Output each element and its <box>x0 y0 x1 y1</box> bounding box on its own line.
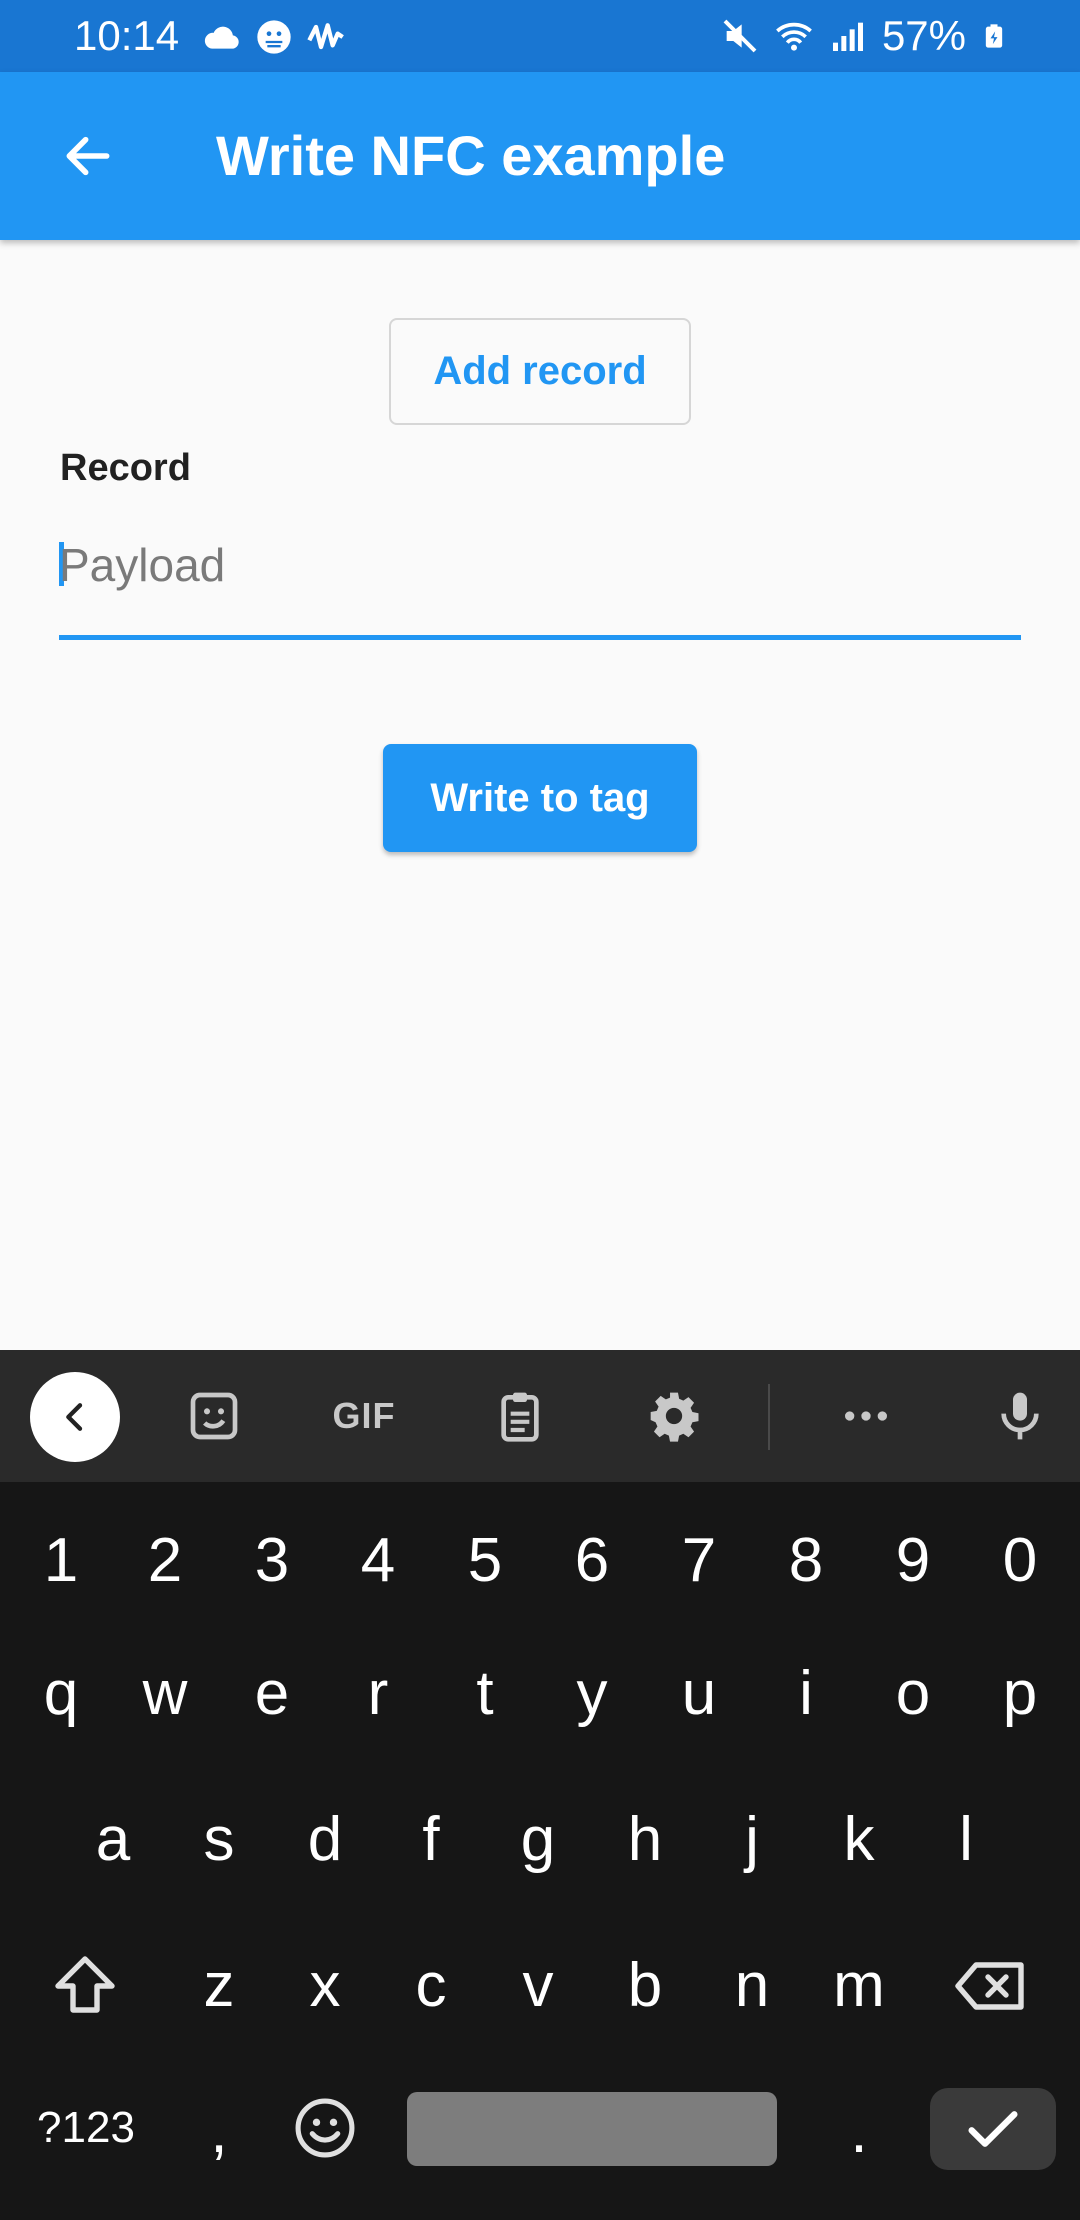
key-3[interactable]: 3 <box>227 1521 317 1601</box>
key-5[interactable]: 5 <box>440 1521 530 1601</box>
key-e[interactable]: e <box>227 1654 317 1734</box>
key-i[interactable]: i <box>761 1654 851 1734</box>
mute-icon <box>723 19 757 53</box>
clipboard-icon <box>501 1392 539 1442</box>
shift-key[interactable] <box>40 1946 130 2026</box>
settings-button[interactable] <box>644 1386 704 1446</box>
key-w[interactable]: w <box>120 1654 210 1734</box>
toolbar-divider <box>768 1384 770 1450</box>
status-bar: 10:14 57% <box>0 0 1080 72</box>
key-t[interactable]: t <box>440 1654 530 1734</box>
more-button[interactable] <box>836 1386 896 1446</box>
key-j[interactable]: j <box>707 1800 797 1880</box>
key-o[interactable]: o <box>868 1654 958 1734</box>
sticker-button[interactable] <box>184 1386 244 1446</box>
soft-keyboard: GIF 1 2 3 4 5 6 7 8 9 0 q w e r t y u i … <box>0 1350 1080 2220</box>
weather-face-icon <box>257 20 291 54</box>
symbols-key[interactable]: ?123 <box>26 2088 146 2168</box>
gif-icon: GIF <box>332 1395 396 1436</box>
key-z[interactable]: z <box>174 1946 264 2026</box>
key-0[interactable]: 0 <box>975 1521 1065 1601</box>
key-4[interactable]: 4 <box>333 1521 423 1601</box>
key-7[interactable]: 7 <box>654 1521 744 1601</box>
status-time: 10:14 <box>74 12 180 59</box>
payload-field[interactable] <box>59 520 1021 640</box>
record-label: Record <box>60 447 191 489</box>
space-bar[interactable] <box>407 2092 777 2166</box>
sticker-icon <box>190 1392 238 1440</box>
key-d[interactable]: d <box>280 1800 370 1880</box>
check-icon <box>968 2111 1018 2147</box>
wifi-icon <box>776 22 812 51</box>
enter-key[interactable] <box>930 2088 1056 2170</box>
key-v[interactable]: v <box>493 1946 583 2026</box>
voice-input-button[interactable] <box>990 1386 1050 1446</box>
add-record-button[interactable]: Add record <box>389 318 691 425</box>
key-u[interactable]: u <box>654 1654 744 1734</box>
back-button[interactable] <box>44 112 132 200</box>
signal-icon <box>832 22 863 51</box>
clipboard-button[interactable] <box>490 1386 550 1446</box>
key-9[interactable]: 9 <box>868 1521 958 1601</box>
key-8[interactable]: 8 <box>761 1521 851 1601</box>
status-system-icons: 57% <box>720 12 1008 60</box>
key-s[interactable]: s <box>174 1800 264 1880</box>
key-a[interactable]: a <box>68 1800 158 1880</box>
key-k[interactable]: k <box>814 1800 904 1880</box>
key-r[interactable]: r <box>333 1654 423 1734</box>
key-period[interactable]: . <box>814 2092 904 2172</box>
arrow-back-icon <box>66 136 110 176</box>
payload-input[interactable] <box>59 530 999 600</box>
key-y[interactable]: y <box>547 1654 637 1734</box>
key-6[interactable]: 6 <box>547 1521 637 1601</box>
gif-button[interactable]: GIF <box>324 1386 404 1446</box>
key-q[interactable]: q <box>16 1654 106 1734</box>
cloud-icon <box>204 26 239 49</box>
key-comma[interactable]: , <box>174 2092 264 2172</box>
status-notification-icons <box>202 16 346 58</box>
key-l[interactable]: l <box>921 1800 1011 1880</box>
battery-icon <box>985 24 1003 48</box>
key-b[interactable]: b <box>600 1946 690 2026</box>
backspace-key[interactable] <box>946 1946 1036 2026</box>
emoji-icon <box>295 2098 355 2158</box>
keyboard-toolbar: GIF <box>0 1350 1080 1482</box>
settings-icon <box>650 1392 699 1442</box>
backspace-icon <box>955 1962 1024 2010</box>
keyboard-collapse-button[interactable] <box>30 1372 120 1462</box>
more-icon <box>845 1411 887 1421</box>
key-c[interactable]: c <box>386 1946 476 2026</box>
key-f[interactable]: f <box>386 1800 476 1880</box>
key-m[interactable]: m <box>814 1946 904 2026</box>
key-1[interactable]: 1 <box>16 1521 106 1601</box>
key-2[interactable]: 2 <box>120 1521 210 1601</box>
emoji-key[interactable] <box>280 2088 370 2168</box>
page-title: Write NFC example <box>216 124 726 187</box>
write-to-tag-button[interactable]: Write to tag <box>383 744 697 852</box>
waveform-app-icon <box>307 23 344 50</box>
app-bar: Write NFC example <box>0 72 1080 240</box>
key-p[interactable]: p <box>975 1654 1065 1734</box>
microphone-icon <box>1001 1392 1039 1440</box>
key-n[interactable]: n <box>707 1946 797 2026</box>
key-g[interactable]: g <box>493 1800 583 1880</box>
key-h[interactable]: h <box>600 1800 690 1880</box>
key-x[interactable]: x <box>280 1946 370 2026</box>
battery-percent: 57% <box>881 12 966 59</box>
collapse-icon <box>66 1403 83 1431</box>
shift-icon <box>55 1956 115 2013</box>
